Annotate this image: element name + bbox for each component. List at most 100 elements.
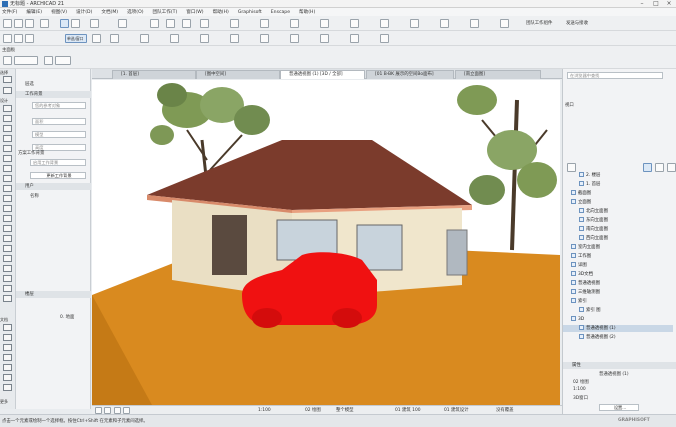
shell-tool-icon[interactable]: [3, 175, 12, 182]
nav-sections[interactable]: 截面图: [563, 190, 673, 197]
model-scope[interactable]: 整个模型: [336, 407, 354, 414]
tab-zone[interactable]: [图中空间]: [196, 70, 280, 79]
nav-project-map-icon[interactable]: [567, 163, 576, 172]
tab-3d-perspective[interactable]: 普通透视图 (1) [3D / 全部]: [280, 70, 365, 79]
3d-view-icon[interactable]: [182, 19, 191, 28]
layer-icon[interactable]: [230, 19, 239, 28]
dormer-tool-icon[interactable]: [3, 295, 12, 302]
floor-value[interactable]: 0. 地面: [60, 314, 74, 320]
offset-icon[interactable]: [92, 34, 101, 43]
mesh-tool-icon[interactable]: [3, 255, 12, 262]
nav-index[interactable]: 索引: [563, 298, 673, 305]
lamp-tool-icon[interactable]: [3, 235, 12, 242]
open-file-icon[interactable]: [14, 19, 23, 28]
render-icon[interactable]: [260, 19, 269, 28]
door-tool-icon[interactable]: [3, 205, 12, 212]
zoom-out-icon[interactable]: [123, 407, 130, 414]
snap-icon[interactable]: [90, 19, 99, 28]
marquee-icon[interactable]: [3, 87, 12, 94]
renovation-setting[interactable]: 没有覆盖: [496, 407, 514, 414]
model-field[interactable]: 模型: [32, 131, 86, 138]
arrow-select-icon[interactable]: [44, 56, 53, 65]
nav-south-elev[interactable]: 南向立面图: [563, 226, 673, 233]
dimension-tool-icon[interactable]: [3, 324, 12, 331]
walls-icon[interactable]: [350, 19, 359, 28]
model-view-options-icon[interactable]: [200, 34, 209, 43]
nav-west-elev[interactable]: 西向立面图: [563, 235, 673, 242]
arc-tool-icon[interactable]: [3, 384, 12, 391]
section-view-icon[interactable]: [166, 19, 175, 28]
menu-edit[interactable]: 编辑(E): [26, 9, 42, 15]
menu-options[interactable]: 选项(O): [127, 9, 143, 15]
roof-tool-icon[interactable]: [3, 165, 12, 172]
railing-tool-icon[interactable]: [3, 155, 12, 162]
nav-3d-docs[interactable]: 3D文档: [563, 271, 673, 278]
nav-details[interactable]: 详图: [563, 262, 673, 269]
sun-icon[interactable]: [320, 19, 329, 28]
nav-view-map-icon[interactable]: [643, 163, 652, 172]
perspective-icon[interactable]: [200, 19, 209, 28]
update-work-env-button[interactable]: 更新工作背景: [30, 172, 86, 179]
object-tool-icon[interactable]: [3, 225, 12, 232]
menu-document[interactable]: 文档(M): [101, 9, 118, 15]
window-tool-icon[interactable]: [3, 215, 12, 222]
graphic-override-icon[interactable]: [320, 34, 329, 43]
zone-tool-icon[interactable]: [3, 245, 12, 252]
nav-worksheets[interactable]: 工作图: [563, 253, 673, 260]
nav-east-elev[interactable]: 东向立面图: [563, 217, 673, 224]
selection-method-dropdown[interactable]: [14, 56, 38, 65]
nav-floor-2[interactable]: 2. 楼层: [563, 172, 673, 179]
menu-design[interactable]: 设计(D): [76, 9, 92, 15]
undo-icon[interactable]: [40, 19, 49, 28]
nav-index-view[interactable]: 索引 图: [563, 307, 673, 314]
menu-file[interactable]: 文件(F): [2, 9, 17, 15]
renovation-filter-icon[interactable]: [230, 34, 239, 43]
stair-tool-icon[interactable]: [3, 145, 12, 152]
line-tool-icon[interactable]: [3, 374, 12, 381]
zoom-in-icon[interactable]: [114, 407, 121, 414]
menu-help[interactable]: 帮助(H): [213, 9, 229, 15]
skylight-tool-icon[interactable]: [3, 185, 12, 192]
new-file-icon[interactable]: [3, 19, 12, 28]
tab-first-floor[interactable]: [1. 首层]: [112, 70, 196, 79]
marker-icon[interactable]: [380, 34, 389, 43]
menu-window[interactable]: 窗口(W): [186, 9, 203, 15]
area-field[interactable]: 面积: [32, 118, 86, 125]
user-header[interactable]: 用户: [16, 183, 91, 190]
menu-view[interactable]: 视图(V): [51, 9, 67, 15]
3d-viewport[interactable]: [92, 80, 560, 405]
nav-perspective-1[interactable]: 普通透视图 (1): [563, 325, 673, 332]
undo-zoom-icon[interactable]: [95, 407, 102, 414]
column-tool-icon[interactable]: [3, 115, 12, 122]
settings-button[interactable]: 设置...: [599, 404, 639, 411]
slab-tool-icon[interactable]: [3, 135, 12, 142]
trim-icon[interactable]: [110, 34, 119, 43]
nav-elevations[interactable]: 立面图: [563, 199, 673, 206]
layers-combo-icon[interactable]: [260, 34, 269, 43]
dimension-icon[interactable]: [500, 19, 509, 28]
arrow-icon[interactable]: [3, 76, 12, 83]
grid-icon[interactable]: [118, 19, 127, 28]
publish-icon[interactable]: [290, 19, 299, 28]
work-env-header[interactable]: 工作背景: [16, 91, 91, 98]
corner-window-tool-icon[interactable]: [3, 285, 12, 292]
pen-set-icon[interactable]: [170, 34, 179, 43]
reference-field[interactable]: 您的参考对象: [32, 102, 86, 109]
nav-interior-elev[interactable]: 室内立面图: [563, 244, 673, 251]
structural-display-icon[interactable]: [290, 34, 299, 43]
label-tool-icon[interactable]: [3, 354, 12, 361]
teamwork-label[interactable]: 团队工作组件: [526, 20, 552, 26]
nav-publisher-icon[interactable]: [667, 163, 676, 172]
beam-tool-icon[interactable]: [3, 125, 12, 132]
mirror-icon[interactable]: [25, 34, 34, 43]
enable-work-env-button[interactable]: 启用工作背景: [30, 159, 86, 166]
menu-teamwork[interactable]: 团队工作(T): [152, 9, 177, 15]
redo-zoom-icon[interactable]: [104, 407, 111, 414]
roofs-icon[interactable]: [440, 19, 449, 28]
plan-view-icon[interactable]: [150, 19, 159, 28]
navigator-search[interactable]: 在浏览器中查找: [567, 72, 663, 79]
rotate-icon[interactable]: [14, 34, 23, 43]
menu-enscape[interactable]: Enscape: [271, 10, 290, 15]
zones-icon[interactable]: [470, 19, 479, 28]
nav-perspective[interactable]: 普通透视图: [563, 280, 673, 287]
